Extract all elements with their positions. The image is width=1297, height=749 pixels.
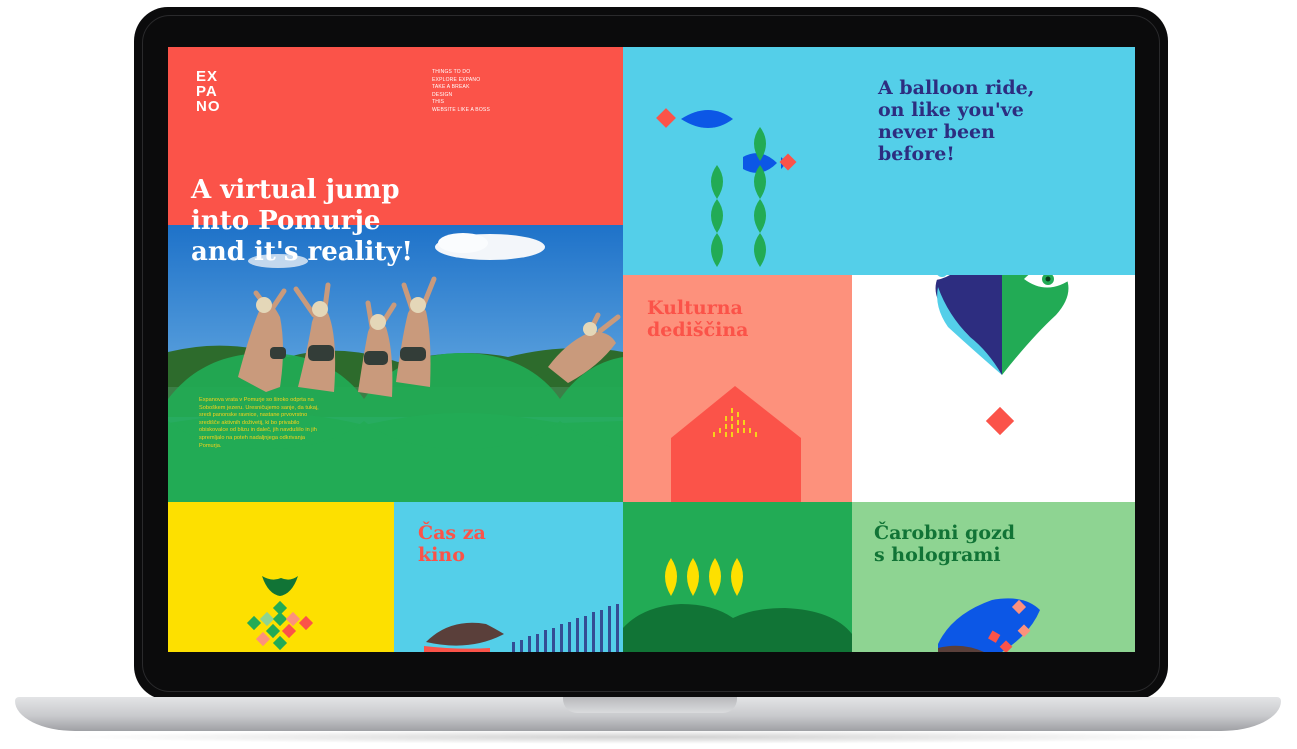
heading-line: Kulturna: [647, 297, 743, 319]
heading-line: kino: [418, 544, 465, 566]
logo-line: EX: [196, 68, 219, 85]
hero-title-line: and it's reality!: [191, 237, 413, 267]
laptop-shadow: [60, 730, 1240, 744]
nav-item-things-to-do[interactable]: THINGS TO DO: [432, 69, 490, 77]
heading-line: Čas za: [418, 522, 486, 544]
tulip-icon: [623, 558, 852, 652]
hero-title: A virtual jump into Pomurje and it's rea…: [191, 175, 431, 268]
expano-logo[interactable]: EX PA NO: [196, 69, 221, 114]
tile-pineapple[interactable]: [168, 502, 394, 652]
balloon-heading: A balloon ride, on like you've never bee…: [878, 77, 1034, 165]
nav-item-website-like-a-boss[interactable]: WEBSITE LIKE A BOSS: [432, 107, 490, 115]
website-screen: EX PA NO THINGS TO DO EXPLORE EXPANO TAK…: [168, 47, 1135, 652]
nav-item-design[interactable]: DESIGN: [432, 92, 490, 100]
heading-line: s hologrami: [874, 544, 1001, 566]
pineapple-icon: [246, 576, 314, 651]
heading-line: never been: [878, 121, 995, 143]
logo-line: NO: [196, 98, 221, 115]
heading-line: Čarobni gozd: [874, 522, 1016, 544]
tile-cas-za-kino[interactable]: Čas za kino: [394, 502, 623, 652]
gozd-heading: Čarobni gozd s hologrami: [874, 522, 1015, 566]
kino-heading: Čas za kino: [418, 522, 486, 566]
heading-line: dediščina: [647, 319, 749, 341]
hero-title-line: A virtual jump: [191, 175, 400, 205]
logo-line: PA: [196, 83, 218, 100]
nav-item-explore-expano[interactable]: EXPLORE EXPANO: [432, 77, 490, 85]
laptop-notch: [563, 697, 737, 713]
tile-tulips[interactable]: [623, 502, 852, 652]
heading-line: A balloon ride,: [878, 77, 1035, 99]
heading-line: before!: [878, 143, 955, 165]
hero-section: EX PA NO THINGS TO DO EXPLORE EXPANO TAK…: [168, 47, 623, 502]
balloon-icon: [917, 275, 1074, 436]
kulturna-heading: Kulturna dediščina: [647, 297, 749, 341]
tile-kulturna-dediscina[interactable]: Kulturna dediščina: [623, 275, 852, 502]
tile-carobni-gozd[interactable]: Čarobni gozd s hologrami: [852, 502, 1135, 652]
hero-title-line: into Pomurje: [191, 206, 381, 236]
leaf-chain-icon: [711, 127, 766, 267]
nav-item-take-a-break[interactable]: TAKE A BREAK: [432, 84, 490, 92]
main-nav: THINGS TO DO EXPLORE EXPANO TAKE A BREAK…: [432, 69, 490, 114]
nav-item-this[interactable]: THIS: [432, 99, 490, 107]
tile-balloon-illustration[interactable]: [852, 275, 1135, 502]
heading-line: on like you've: [878, 99, 1024, 121]
hero-description: Expanova vrata v Pomurje so široko odprt…: [199, 397, 319, 449]
